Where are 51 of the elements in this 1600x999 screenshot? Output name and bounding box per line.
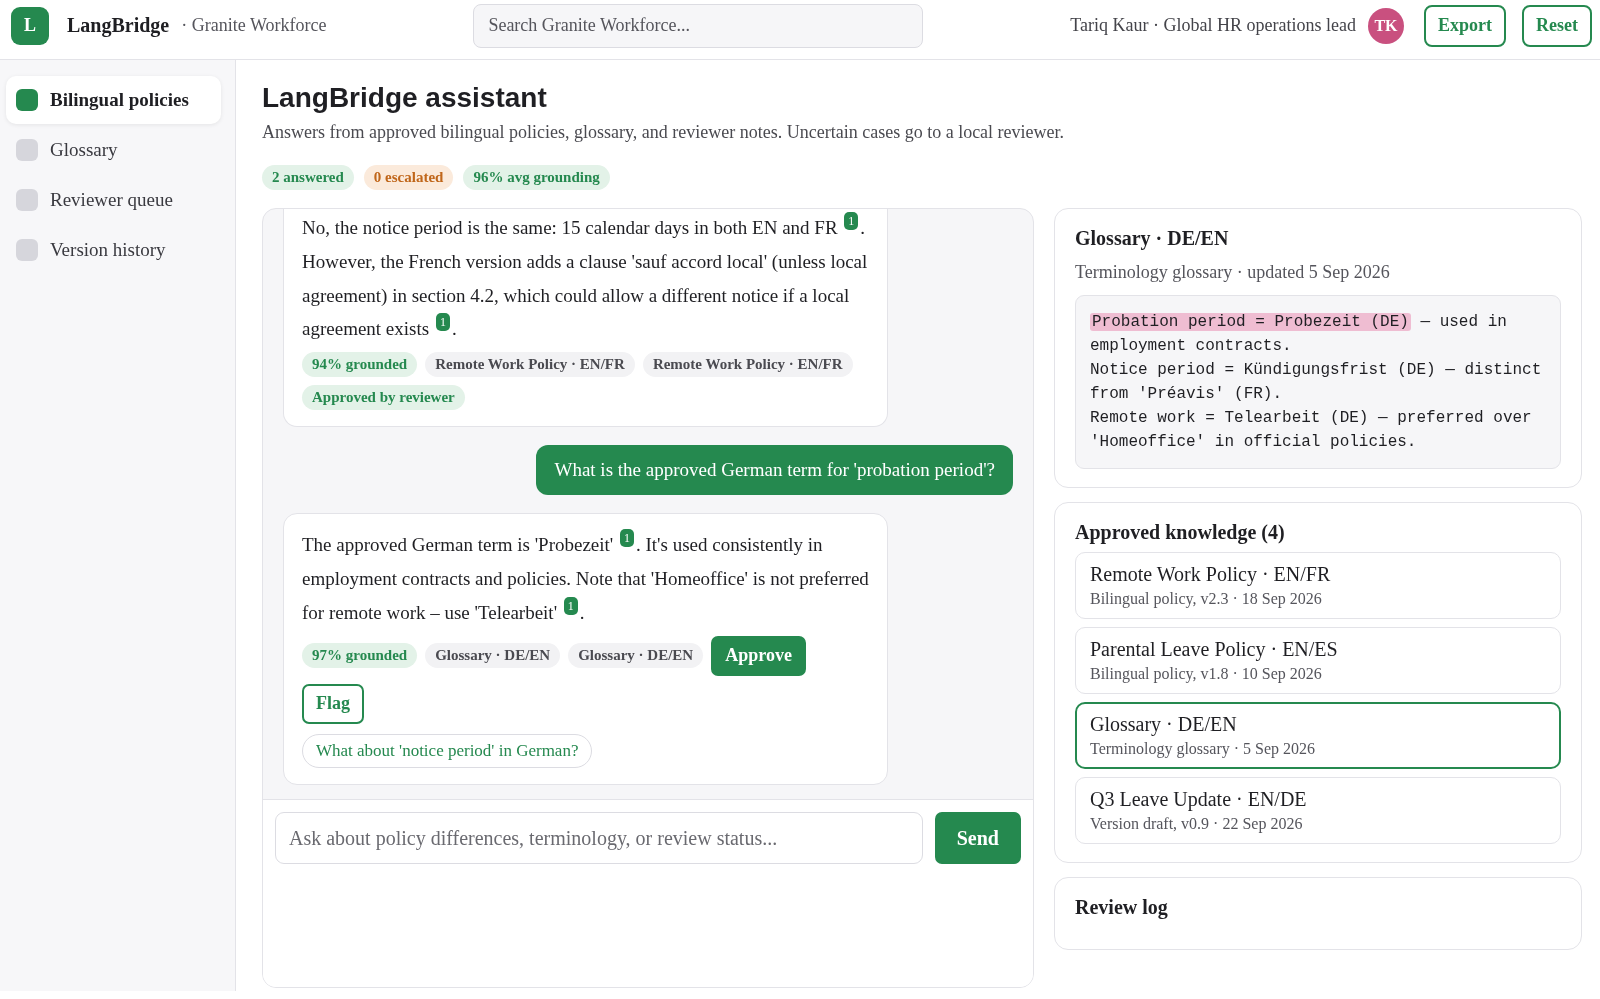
grounding-badge: 97% grounded [302, 643, 418, 669]
page-subtitle: Answers from approved bilingual policies, glossary, and reviewer notes. Uncertain cases go to a local reviewer. [262, 122, 1066, 143]
source-chip[interactable]: Glossary · DE/EN [568, 643, 704, 669]
knowledge-meta: Terminology glossary · 5 Sep 2026 [1090, 740, 1317, 758]
knowledge-item[interactable]: Parental Leave Policy · EN/ES Bilingual policy, v1.8 · 10 Sep 2026 [1075, 627, 1561, 694]
reset-button[interactable]: Reset [1522, 4, 1592, 47]
knowledge-item[interactable]: Remote Work Policy · EN/FR Bilingual policy, v2.3 · 18 Sep 2026 [1075, 552, 1561, 619]
stat-badge: 2 answered [262, 165, 354, 190]
source-chip[interactable]: Remote Work Policy · EN/FR [642, 352, 853, 378]
card-title: Review log [1075, 896, 1169, 919]
knowledge-title: Parental Leave Policy · EN/ES [1090, 638, 1339, 661]
sidebar-item[interactable]: Version history [6, 226, 221, 274]
approval-badge: Approved by reviewer [302, 385, 465, 411]
search-field[interactable]: Search Granite Workforce... [473, 3, 924, 48]
knowledge-title: Glossary · DE/EN [1090, 713, 1238, 736]
message-input[interactable]: Ask about policy differences, terminology, or review status... [275, 812, 923, 864]
knowledge-item[interactable]: Q3 Leave Update · EN/DE Version draft, v0.9 · 22 Sep 2026 [1075, 777, 1561, 844]
page-title: LangBridge assistant [262, 82, 548, 114]
glossary-entry: Remote work = Telearbeit (DE) — preferred over 'Homeoffice' in official policies. [1090, 408, 1533, 453]
export-button[interactable]: Export [1424, 4, 1506, 47]
source-chip[interactable]: Remote Work Policy · EN/FR [425, 352, 635, 378]
stat-badge: 96% avg grounding [463, 165, 610, 190]
stat-badge: 0 escalated [363, 165, 454, 190]
sidebar-item[interactable]: Reviewer queue [6, 176, 221, 224]
user-message: What is the approved German term for 'probation period'? [536, 445, 1013, 496]
source-chip[interactable]: Glossary · DE/EN [425, 643, 561, 669]
knowledge-title: Remote Work Policy · EN/FR [1090, 563, 1332, 586]
card-title: Approved knowledge (4) [1075, 521, 1286, 544]
approve-button[interactable]: Approve [711, 635, 806, 676]
glossary-meta: Terminology glossary · updated 5 Sep 2026 [1075, 262, 1391, 283]
glossary-entry: Probation period = Probezeit (DE) — used in employment contracts. [1090, 312, 1508, 357]
sidebar-item[interactable]: Glossary [6, 126, 221, 174]
answer-text: The approved German term is 'Probezeit' $^{1}$. It's used consistently in employment contracts and policies. Note that 'Homeoffice' is not preferred for remote work – use 'Telearbeit' $^{1}$. [302, 528, 869, 625]
grounding-badge: 94% grounded [302, 352, 418, 378]
user-name: Tariq Kaur · Global HR operations lead [1070, 15, 1356, 36]
logo-icon: L [11, 6, 49, 45]
answer-text: No, the notice period is the same: 15 calendar days in both EN and FR $^{1}$. However, the French version adds a clause 'sauf accord local' (unless local agreement) in section 4.2, which could allow a different notice if a local agreement exists $^{1}$. [302, 211, 869, 342]
send-button[interactable]: Send [934, 812, 1021, 864]
sidebar-item[interactable]: Bilingual policies [6, 76, 221, 124]
workspace-name: · Granite Workforce [181, 15, 327, 36]
brand-name: LangBridge [67, 14, 170, 37]
flag-button[interactable]: Flag [302, 683, 364, 724]
knowledge-title: Q3 Leave Update · EN/DE [1090, 788, 1308, 811]
suggestion-chip[interactable]: What about 'notice period' in German? [302, 733, 593, 768]
knowledge-item[interactable]: Glossary · DE/EN Terminology glossary · 5 Sep 2026 [1075, 702, 1561, 769]
knowledge-meta: Version draft, v0.9 · 22 Sep 2026 [1090, 815, 1304, 833]
glossary-entry: Notice period = Kündigungsfrist (DE) — distinct from 'Préavis' (FR). [1090, 360, 1543, 405]
card-title: Glossary · DE/EN [1075, 227, 1230, 250]
user-avatar[interactable]: TK [1368, 7, 1404, 44]
knowledge-meta: Bilingual policy, v1.8 · 10 Sep 2026 [1090, 665, 1323, 683]
knowledge-meta: Bilingual policy, v2.3 · 18 Sep 2026 [1090, 590, 1323, 608]
